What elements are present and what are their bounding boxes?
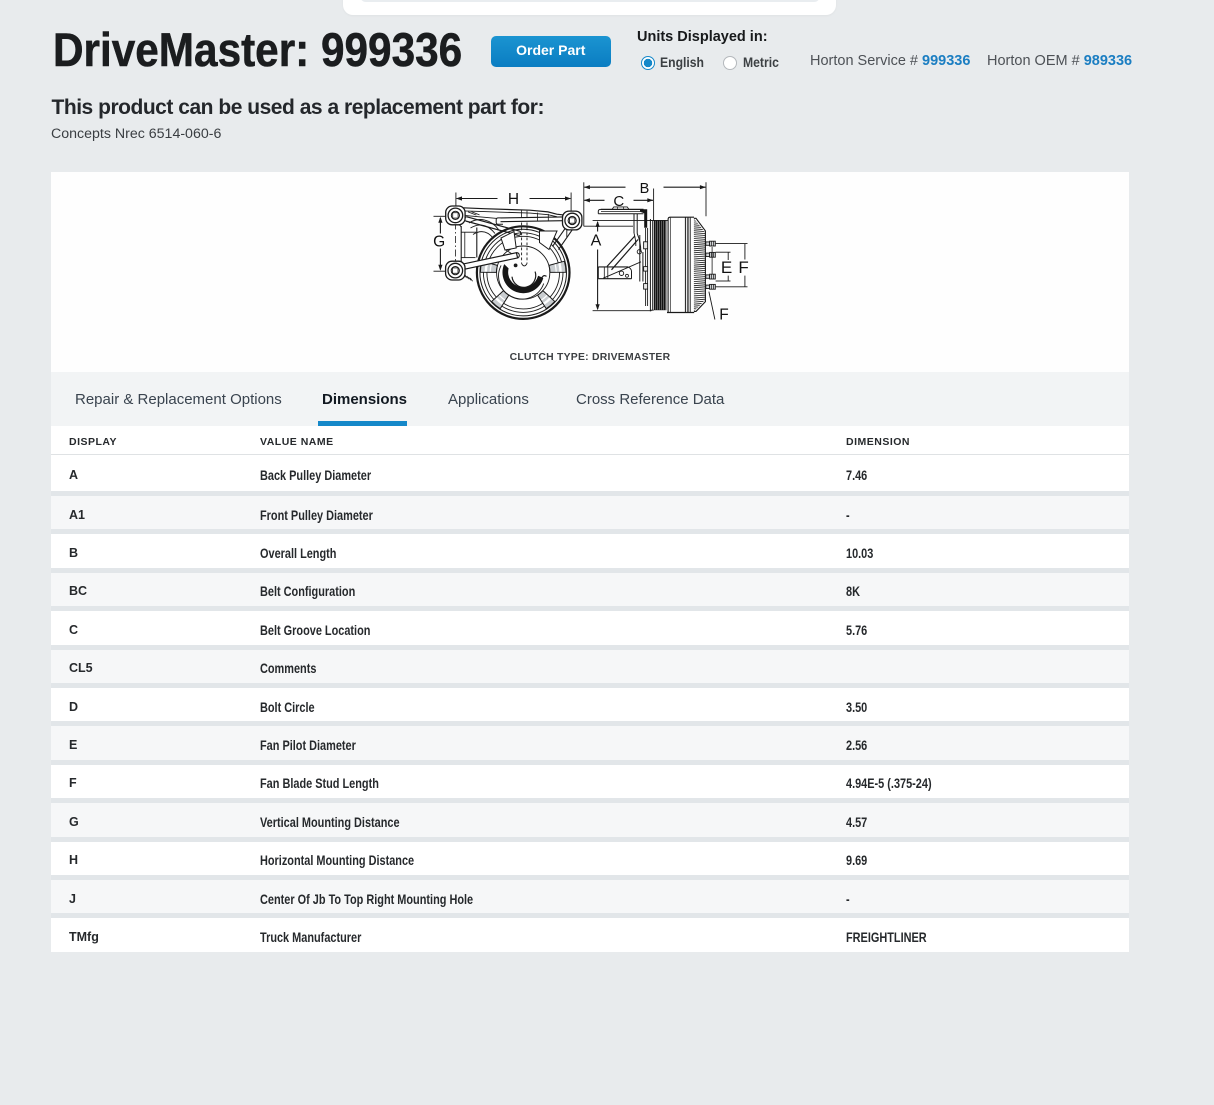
svg-text:H: H	[508, 191, 519, 208]
svg-text:G: G	[433, 234, 445, 251]
svg-text:F: F	[719, 307, 728, 324]
svg-text:B: B	[640, 181, 650, 197]
svg-text:F: F	[738, 258, 748, 277]
svg-text:E: E	[721, 258, 732, 277]
svg-text:A: A	[591, 233, 602, 250]
